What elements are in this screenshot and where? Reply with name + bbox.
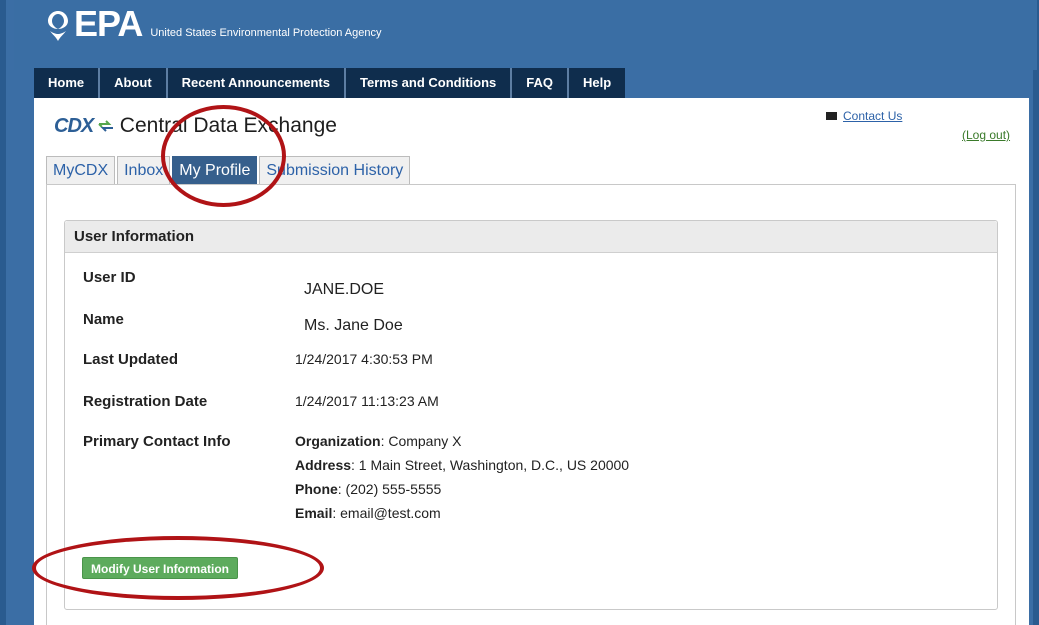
phone-line: Phone: (202) 555-5555 (295, 481, 441, 497)
cdx-logo-text: CDX (54, 114, 94, 137)
name-value: Ms. Jane Doe (304, 317, 403, 334)
page-title: Central Data Exchange (119, 114, 337, 137)
epa-header: EPA United States Environmental Protecti… (14, 0, 1037, 70)
user-information-panel: User Information User ID JANE.DOE Name M… (64, 220, 998, 610)
tab-submission-history[interactable]: Submission History (259, 156, 411, 184)
email-line: Email: email@test.com (295, 505, 441, 521)
tab-inbox[interactable]: Inbox (117, 156, 171, 184)
address-line: Address: 1 Main Street, Washington, D.C.… (295, 457, 629, 473)
last-updated-value: 1/24/2017 4:30:53 PM (295, 351, 433, 367)
contact-us-label: Contact Us (843, 109, 903, 123)
main-content: CDX Central Data Exchange Contact Us (Lo… (34, 98, 1029, 625)
user-id-label: User ID (83, 269, 136, 286)
epa-flower-icon (44, 7, 72, 41)
tab-panel: User Information User ID JANE.DOE Name M… (46, 184, 1016, 625)
envelope-icon (826, 112, 837, 120)
panel-heading: User Information (65, 221, 997, 253)
page-frame: EPA United States Environmental Protecti… (0, 0, 1039, 625)
cdx-logo: CDX (54, 115, 114, 138)
logout-link[interactable]: (Log out) (962, 128, 1010, 142)
phone-label: Phone (295, 481, 338, 497)
modify-user-information-button[interactable]: Modify User Information (82, 557, 239, 579)
nav-terms-and-conditions[interactable]: Terms and Conditions (346, 68, 513, 98)
tab-mycdx[interactable]: MyCDX (46, 156, 116, 184)
user-id-value: JANE.DOE (304, 281, 385, 298)
name-label: Name (83, 311, 124, 328)
last-updated-label: Last Updated (83, 351, 179, 368)
nav-recent-announcements[interactable]: Recent Announcements (168, 68, 346, 98)
registration-date-value: 1/24/2017 11:13:23 AM (295, 393, 439, 409)
nav-about[interactable]: About (100, 68, 168, 98)
address-label: Address (295, 457, 352, 473)
address-value: : 1 Main Street, Washington, D.C., US 20… (351, 457, 630, 473)
registration-date-label: Registration Date (83, 393, 208, 410)
epa-logo[interactable]: EPA United States Environmental Protecti… (44, 3, 382, 44)
organization-line: Organization: Company X (295, 433, 462, 449)
email-label: Email (295, 505, 333, 521)
nav-faq[interactable]: FAQ (512, 68, 569, 98)
epa-logo-text: EPA (74, 3, 143, 44)
primary-contact-label: Primary Contact Info (83, 433, 231, 450)
organization-value: : Company X (380, 433, 462, 449)
agency-name: United States Environmental Protection A… (150, 27, 382, 39)
organization-label: Organization (295, 433, 381, 449)
nav-home[interactable]: Home (34, 68, 101, 98)
email-value: : email@test.com (332, 505, 441, 521)
phone-value: : (202) 555-5555 (337, 481, 442, 497)
nav-help[interactable]: Help (569, 68, 625, 98)
tab-my-profile[interactable]: My Profile (172, 156, 258, 184)
profile-tabs: MyCDX Inbox My Profile Submission Histor… (46, 156, 412, 184)
main-nav: Home About Recent Announcements Terms an… (34, 68, 626, 98)
cdx-arrows-icon (98, 120, 113, 132)
contact-us-link[interactable]: Contact Us (826, 109, 902, 123)
cdx-title-block: CDX Central Data Exchange (54, 114, 337, 138)
